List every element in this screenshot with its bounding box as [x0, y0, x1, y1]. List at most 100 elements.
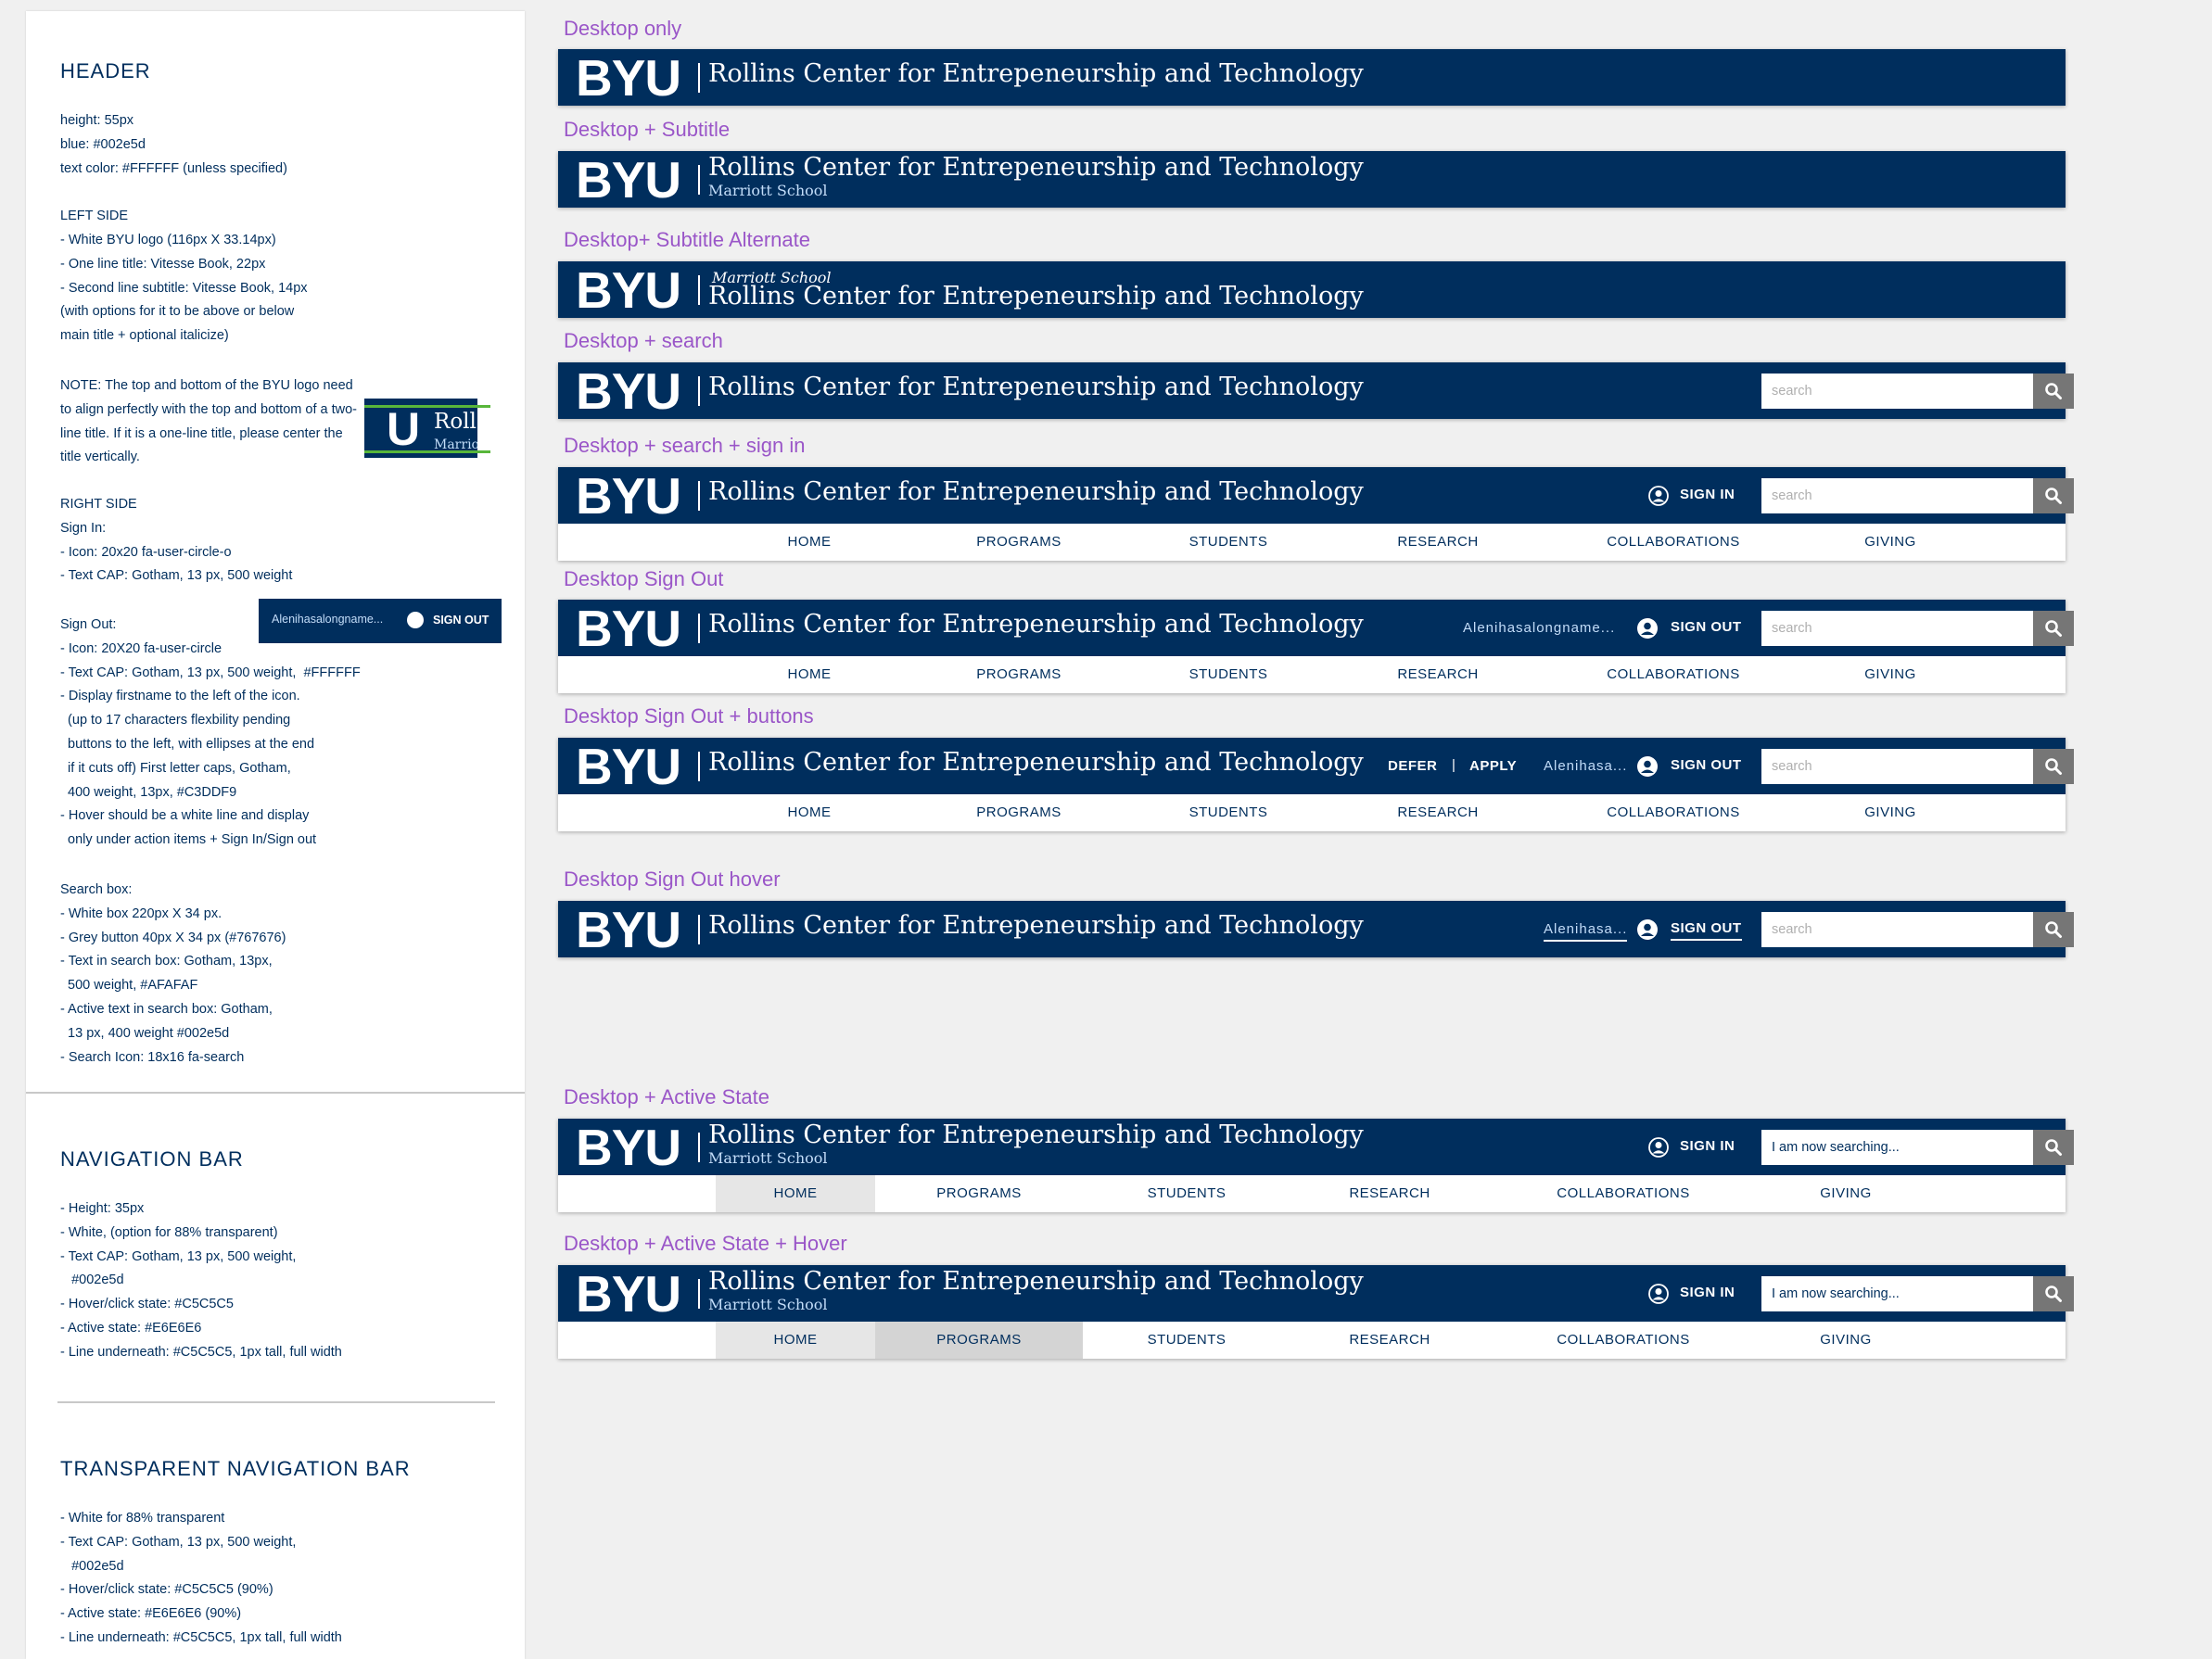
sample-logo-letter: U	[387, 403, 421, 455]
nav-item-home[interactable]: HOME	[716, 1175, 875, 1212]
nav-item-home[interactable]: HOME	[716, 1322, 875, 1359]
search-input[interactable]: I am now searching...	[1761, 1276, 2033, 1311]
byu-logo[interactable]: BYU	[576, 152, 681, 209]
header-desktop-signout-hover: BYU Rollins Center for Entrepeneurship a…	[558, 901, 2074, 958]
logo-divider	[698, 275, 700, 305]
sign-in-link[interactable]: SIGN IN	[1680, 487, 1735, 502]
search-button[interactable]	[2033, 1276, 2074, 1311]
nav-item-collaborations[interactable]: COLLABORATIONS	[1489, 1175, 1758, 1212]
site-title[interactable]: Rollins Center for Entrepeneurship and T…	[708, 911, 1364, 940]
logo-divider	[698, 1133, 700, 1162]
search-input[interactable]: I am now searching...	[1761, 1130, 2033, 1165]
nav-item-giving[interactable]: GIVING	[1804, 794, 1977, 831]
site-title[interactable]: Rollins Center for Entrepeneurship and T…	[708, 1267, 1364, 1296]
nav-item-home[interactable]: HOME	[705, 524, 914, 561]
nav-item-research[interactable]: RESEARCH	[1333, 794, 1543, 831]
apply-button[interactable]: APPLY	[1469, 758, 1517, 774]
header-desktop-active-hover: BYU Rollins Center for Entrepeneurship a…	[558, 1265, 2074, 1359]
sign-in-link[interactable]: SIGN IN	[1680, 1138, 1735, 1154]
byu-logo[interactable]: BYU	[576, 1266, 681, 1323]
byu-logo[interactable]: BYU	[576, 468, 681, 525]
nav-item-students[interactable]: STUDENTS	[1124, 524, 1333, 561]
search-button[interactable]	[2033, 912, 2074, 947]
header-desktop-subtitle: BYU Rollins Center for Entrepeneurship a…	[558, 151, 2066, 209]
header-spec-title: HEADER	[60, 59, 151, 82]
search-input[interactable]: search	[1761, 478, 2033, 513]
nav-item-research[interactable]: RESEARCH	[1290, 1322, 1489, 1359]
site-title[interactable]: Rollins Center for Entrepeneurship and T…	[708, 477, 1364, 506]
byu-logo[interactable]: BYU	[576, 1120, 681, 1176]
nav-item-students[interactable]: STUDENTS	[1124, 656, 1333, 693]
header-desktop-active-state: BYU Rollins Center for Entrepeneurship a…	[558, 1119, 2074, 1212]
nav-item-programs[interactable]: PROGRAMS	[914, 794, 1124, 831]
byu-logo[interactable]: BYU	[576, 739, 681, 795]
logo-divider	[698, 376, 700, 406]
header-spec-text: height: 55px blue: #002e5d text color: #…	[60, 113, 308, 344]
search-button[interactable]	[2033, 749, 2074, 784]
sign-in-link[interactable]: SIGN IN	[1680, 1285, 1735, 1300]
user-circle-o-icon[interactable]	[1647, 1283, 1670, 1305]
nav-item-giving[interactable]: GIVING	[1804, 524, 1977, 561]
nav-item-home[interactable]: HOME	[705, 794, 914, 831]
nav-item-collaborations[interactable]: COLLABORATIONS	[1543, 656, 1804, 693]
nav-item-students[interactable]: STUDENTS	[1083, 1175, 1290, 1212]
alignment-guide-top	[364, 405, 490, 408]
variant-label: Desktop+ Subtitle Alternate	[564, 228, 810, 251]
nav-item-giving[interactable]: GIVING	[1758, 1175, 1934, 1212]
site-title[interactable]: Rollins Center for Entrepeneurship and T…	[708, 748, 1364, 777]
header-bar: BYU Rollins Center for Entrepeneurship a…	[558, 467, 2074, 525]
nav-item-programs[interactable]: PROGRAMS	[914, 524, 1124, 561]
nav-item-students[interactable]: STUDENTS	[1124, 794, 1333, 831]
nav-item-research[interactable]: RESEARCH	[1333, 524, 1543, 561]
sign-out-link[interactable]: SIGN OUT	[1671, 920, 1742, 941]
variant-label: Desktop + Subtitle	[564, 118, 731, 141]
search-button[interactable]	[2033, 478, 2074, 513]
site-title[interactable]: Rollins Center for Entrepeneurship and T…	[708, 373, 1364, 401]
byu-logo[interactable]: BYU	[576, 601, 681, 657]
byu-logo[interactable]: BYU	[576, 363, 681, 420]
search-input[interactable]: search	[1761, 611, 2033, 646]
nav-item-giving[interactable]: GIVING	[1804, 656, 1977, 693]
header-bar: BYU Rollins Center for Entrepeneurship a…	[558, 1265, 2074, 1323]
search-placeholder: search	[1772, 621, 1812, 636]
search-button[interactable]	[2033, 611, 2074, 646]
sign-out-link[interactable]: SIGN OUT	[1671, 757, 1742, 773]
byu-logo[interactable]: BYU	[576, 262, 681, 319]
byu-logo[interactable]: BYU	[576, 902, 681, 958]
search-input[interactable]: search	[1761, 912, 2033, 947]
site-title[interactable]: Rollins Center for Entrepeneurship and T…	[708, 610, 1364, 639]
site-title[interactable]: Rollins Center for Entrepeneurship and T…	[708, 153, 1364, 182]
sign-out-link[interactable]: SIGN OUT	[1671, 619, 1742, 635]
search-placeholder: search	[1772, 488, 1812, 503]
search-button[interactable]	[2033, 374, 2074, 409]
site-title[interactable]: Rollins Center for Entrepeneurship and T…	[708, 59, 1364, 88]
user-first-name: Alenihasa...	[1544, 921, 1628, 942]
user-circle-icon[interactable]	[1636, 755, 1659, 778]
byu-logo[interactable]: BYU	[576, 50, 681, 107]
nav-item-collaborations[interactable]: COLLABORATIONS	[1543, 524, 1804, 561]
user-circle-o-icon[interactable]	[1647, 1136, 1670, 1159]
defer-button[interactable]: DEFER	[1388, 758, 1437, 774]
nav-item-collaborations[interactable]: COLLABORATIONS	[1543, 794, 1804, 831]
user-circle-icon[interactable]	[1636, 617, 1659, 640]
nav-item-giving[interactable]: GIVING	[1758, 1322, 1934, 1359]
search-input[interactable]: search	[1761, 374, 2033, 409]
search-button[interactable]	[2033, 1130, 2074, 1165]
search-active-text: I am now searching...	[1772, 1286, 1900, 1301]
variant-label: Desktop Sign Out hover	[564, 867, 781, 891]
site-title[interactable]: Rollins Center for Entrepeneurship and T…	[708, 1121, 1364, 1149]
user-circle-icon[interactable]	[1636, 918, 1659, 941]
nav-item-programs[interactable]: PROGRAMS	[875, 1175, 1083, 1212]
search-input[interactable]: search	[1761, 749, 2033, 784]
signout-spec-text: Sign Out: - Icon: 20X20 fa-user-circle -…	[60, 617, 361, 848]
nav-item-programs[interactable]: PROGRAMS	[914, 656, 1124, 693]
user-circle-o-icon[interactable]	[1647, 485, 1670, 507]
nav-item-students[interactable]: STUDENTS	[1083, 1322, 1290, 1359]
nav-item-research[interactable]: RESEARCH	[1290, 1175, 1489, 1212]
site-title[interactable]: Rollins Center for Entrepeneurship and T…	[708, 282, 1364, 310]
nav-item-home[interactable]: HOME	[705, 656, 914, 693]
search-icon	[2045, 921, 2062, 938]
nav-item-research[interactable]: RESEARCH	[1333, 656, 1543, 693]
nav-item-programs[interactable]: PROGRAMS	[875, 1322, 1083, 1359]
nav-item-collaborations[interactable]: COLLABORATIONS	[1489, 1322, 1758, 1359]
